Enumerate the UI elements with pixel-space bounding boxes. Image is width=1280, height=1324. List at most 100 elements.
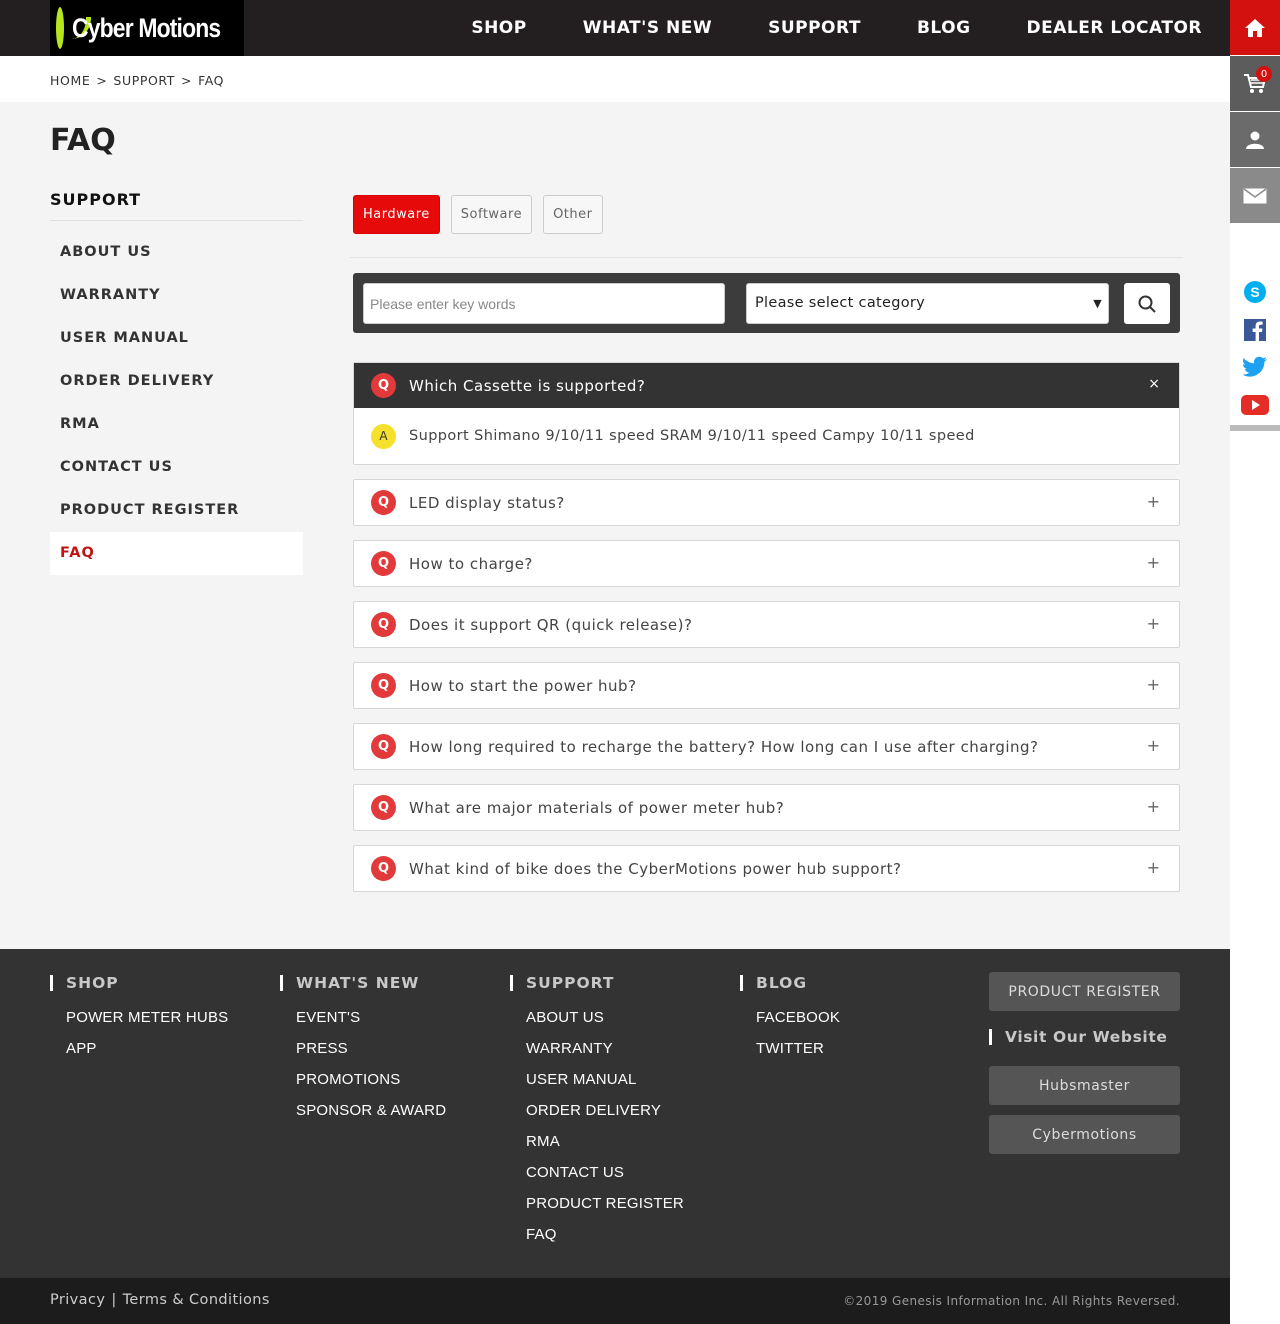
skype-link[interactable]: S (1230, 277, 1280, 307)
youtube-icon (1241, 395, 1269, 415)
footer-link[interactable]: FACEBOOK (756, 1010, 840, 1041)
legal-links: Privacy | Terms & Conditions (50, 1292, 270, 1308)
tab-other[interactable]: Other (543, 195, 603, 234)
footer-link[interactable]: EVENT'S (296, 1010, 446, 1041)
home-button[interactable] (1230, 0, 1280, 55)
sidebar-item-rma[interactable]: RMA (50, 403, 303, 446)
breadcrumb: HOME > SUPPORT > FAQ (50, 73, 230, 88)
expand-icon[interactable]: + (1147, 614, 1160, 633)
account-button[interactable] (1230, 112, 1280, 167)
expand-icon[interactable]: + (1147, 797, 1160, 816)
footer-link[interactable]: APP (66, 1041, 228, 1072)
sidebar-item-user-manual[interactable]: USER MANUAL (50, 317, 303, 360)
footer-link[interactable]: RMA (526, 1134, 684, 1165)
faq-question-row[interactable]: Q Does it support QR (quick release)? + (354, 602, 1179, 647)
nav-support[interactable]: SUPPORT (768, 18, 861, 38)
expand-icon[interactable]: + (1147, 736, 1160, 755)
cybermotions-button[interactable]: Cybermotions (989, 1115, 1180, 1154)
top-navigation-bar: Cyber Motions SHOP WHAT'S NEW SUPPORT BL… (0, 0, 1230, 56)
sidebar-item-order-delivery[interactable]: ORDER DELIVERY (50, 360, 303, 403)
faq-question: LED display status? (409, 493, 565, 512)
footer-link[interactable]: FAQ (526, 1227, 684, 1258)
cart-button[interactable]: 0 (1230, 56, 1280, 111)
footer-link[interactable]: PRODUCT REGISTER (526, 1196, 684, 1227)
search-button[interactable] (1124, 283, 1170, 324)
faq-question-row[interactable]: Q How to charge? + (354, 541, 1179, 586)
facebook-link[interactable] (1230, 315, 1280, 345)
faq-answer-row: A Support Shimano 9/10/11 speed SRAM 9/1… (354, 408, 1179, 464)
faq-item: Q Which Cassette is supported? × A Suppo… (353, 362, 1180, 465)
sidebar-item-about-us[interactable]: ABOUT US (50, 231, 303, 274)
support-sidebar: SUPPORT ABOUT US WARRANTY USER MANUAL OR… (50, 190, 303, 575)
sidebar-item-faq[interactable]: FAQ (50, 532, 303, 575)
footer-heading: WHAT'S NEW (280, 975, 446, 991)
keyword-search-input[interactable] (363, 283, 725, 324)
faq-item: Q How long required to recharge the batt… (353, 723, 1180, 770)
footer: SHOP POWER METER HUBS APP WHAT'S NEW EVE… (0, 949, 1230, 1278)
mail-icon (1243, 187, 1267, 203)
main-nav: SHOP WHAT'S NEW SUPPORT BLOG DEALER LOCA… (415, 0, 1202, 56)
nav-dealer-locator[interactable]: DEALER LOCATOR (1027, 18, 1202, 38)
faq-item: Q What are major materials of power mete… (353, 784, 1180, 831)
footer-link[interactable]: POWER METER HUBS (66, 1010, 228, 1041)
privacy-link[interactable]: Privacy (50, 1292, 105, 1308)
sidebar-item-warranty[interactable]: WARRANTY (50, 274, 303, 317)
faq-question-row[interactable]: Q How long required to recharge the batt… (354, 724, 1179, 769)
faq-item: Q Does it support QR (quick release)? + (353, 601, 1180, 648)
expand-icon[interactable]: + (1147, 858, 1160, 877)
facebook-icon (1244, 319, 1266, 341)
hubsmaster-button[interactable]: Hubsmaster (989, 1066, 1180, 1105)
faq-question-row[interactable]: Q What kind of bike does the CyberMotion… (354, 846, 1179, 891)
expand-icon[interactable]: + (1147, 675, 1160, 694)
terms-link[interactable]: Terms & Conditions (123, 1292, 270, 1308)
twitter-icon (1242, 356, 1267, 377)
footer-link[interactable]: PRESS (296, 1041, 446, 1072)
mail-button[interactable] (1230, 168, 1280, 223)
footer-link[interactable]: WARRANTY (526, 1041, 684, 1072)
faq-list: Q Which Cassette is supported? × A Suppo… (353, 362, 1180, 906)
faq-question-row[interactable]: Q LED display status? + (354, 480, 1179, 525)
expand-icon[interactable]: + (1147, 553, 1160, 572)
sidebar-item-product-register[interactable]: PRODUCT REGISTER (50, 489, 303, 532)
faq-question: Does it support QR (quick release)? (409, 615, 693, 634)
svg-text:S: S (1250, 284, 1259, 300)
faq-question: What kind of bike does the CyberMotions … (409, 859, 902, 878)
question-badge: Q (371, 673, 396, 698)
question-badge: Q (371, 490, 396, 515)
sidebar-heading: SUPPORT (50, 190, 303, 221)
question-badge: Q (371, 734, 396, 759)
logo-icon (56, 7, 91, 49)
legal-bar: Privacy | Terms & Conditions ©2019 Genesis… (0, 1278, 1230, 1324)
page-title: FAQ (50, 123, 116, 158)
nav-shop[interactable]: SHOP (471, 18, 526, 38)
expand-icon[interactable]: + (1147, 492, 1160, 511)
nav-whats-new[interactable]: WHAT'S NEW (583, 18, 712, 38)
toolbar-divider (1230, 425, 1280, 431)
sidebar-item-contact-us[interactable]: CONTACT US (50, 446, 303, 489)
tab-hardware[interactable]: Hardware (353, 195, 440, 234)
footer-link[interactable]: ORDER DELIVERY (526, 1103, 684, 1134)
faq-question-row[interactable]: Q Which Cassette is supported? × (354, 363, 1179, 408)
footer-link[interactable]: TWITTER (756, 1041, 840, 1072)
footer-link[interactable]: USER MANUAL (526, 1072, 684, 1103)
footer-link[interactable]: PROMOTIONS (296, 1072, 446, 1103)
twitter-link[interactable] (1230, 352, 1280, 382)
tab-software[interactable]: Software (450, 195, 533, 234)
cart-count-badge: 0 (1256, 66, 1272, 82)
footer-link[interactable]: CONTACT US (526, 1165, 684, 1196)
breadcrumb-home[interactable]: HOME (50, 73, 90, 88)
footer-link[interactable]: ABOUT US (526, 1010, 684, 1041)
footer-link[interactable]: SPONSOR & AWARD (296, 1103, 446, 1134)
breadcrumb-faq[interactable]: FAQ (198, 73, 224, 88)
faq-question-row[interactable]: Q How to start the power hub? + (354, 663, 1179, 708)
collapse-icon[interactable]: × (1148, 376, 1160, 392)
nav-blog[interactable]: BLOG (917, 18, 971, 38)
youtube-link[interactable] (1230, 390, 1280, 420)
category-select[interactable]: Please select category ▼ (746, 283, 1109, 324)
product-register-button[interactable]: PRODUCT REGISTER (989, 972, 1180, 1011)
cyber-motions-logo[interactable]: Cyber Motions (50, 0, 244, 56)
faq-question-row[interactable]: Q What are major materials of power mete… (354, 785, 1179, 830)
breadcrumb-support[interactable]: SUPPORT (113, 73, 175, 88)
skype-icon: S (1244, 281, 1266, 303)
footer-column-whats-new: WHAT'S NEW EVENT'S PRESS PROMOTIONS SPON… (280, 975, 446, 1134)
